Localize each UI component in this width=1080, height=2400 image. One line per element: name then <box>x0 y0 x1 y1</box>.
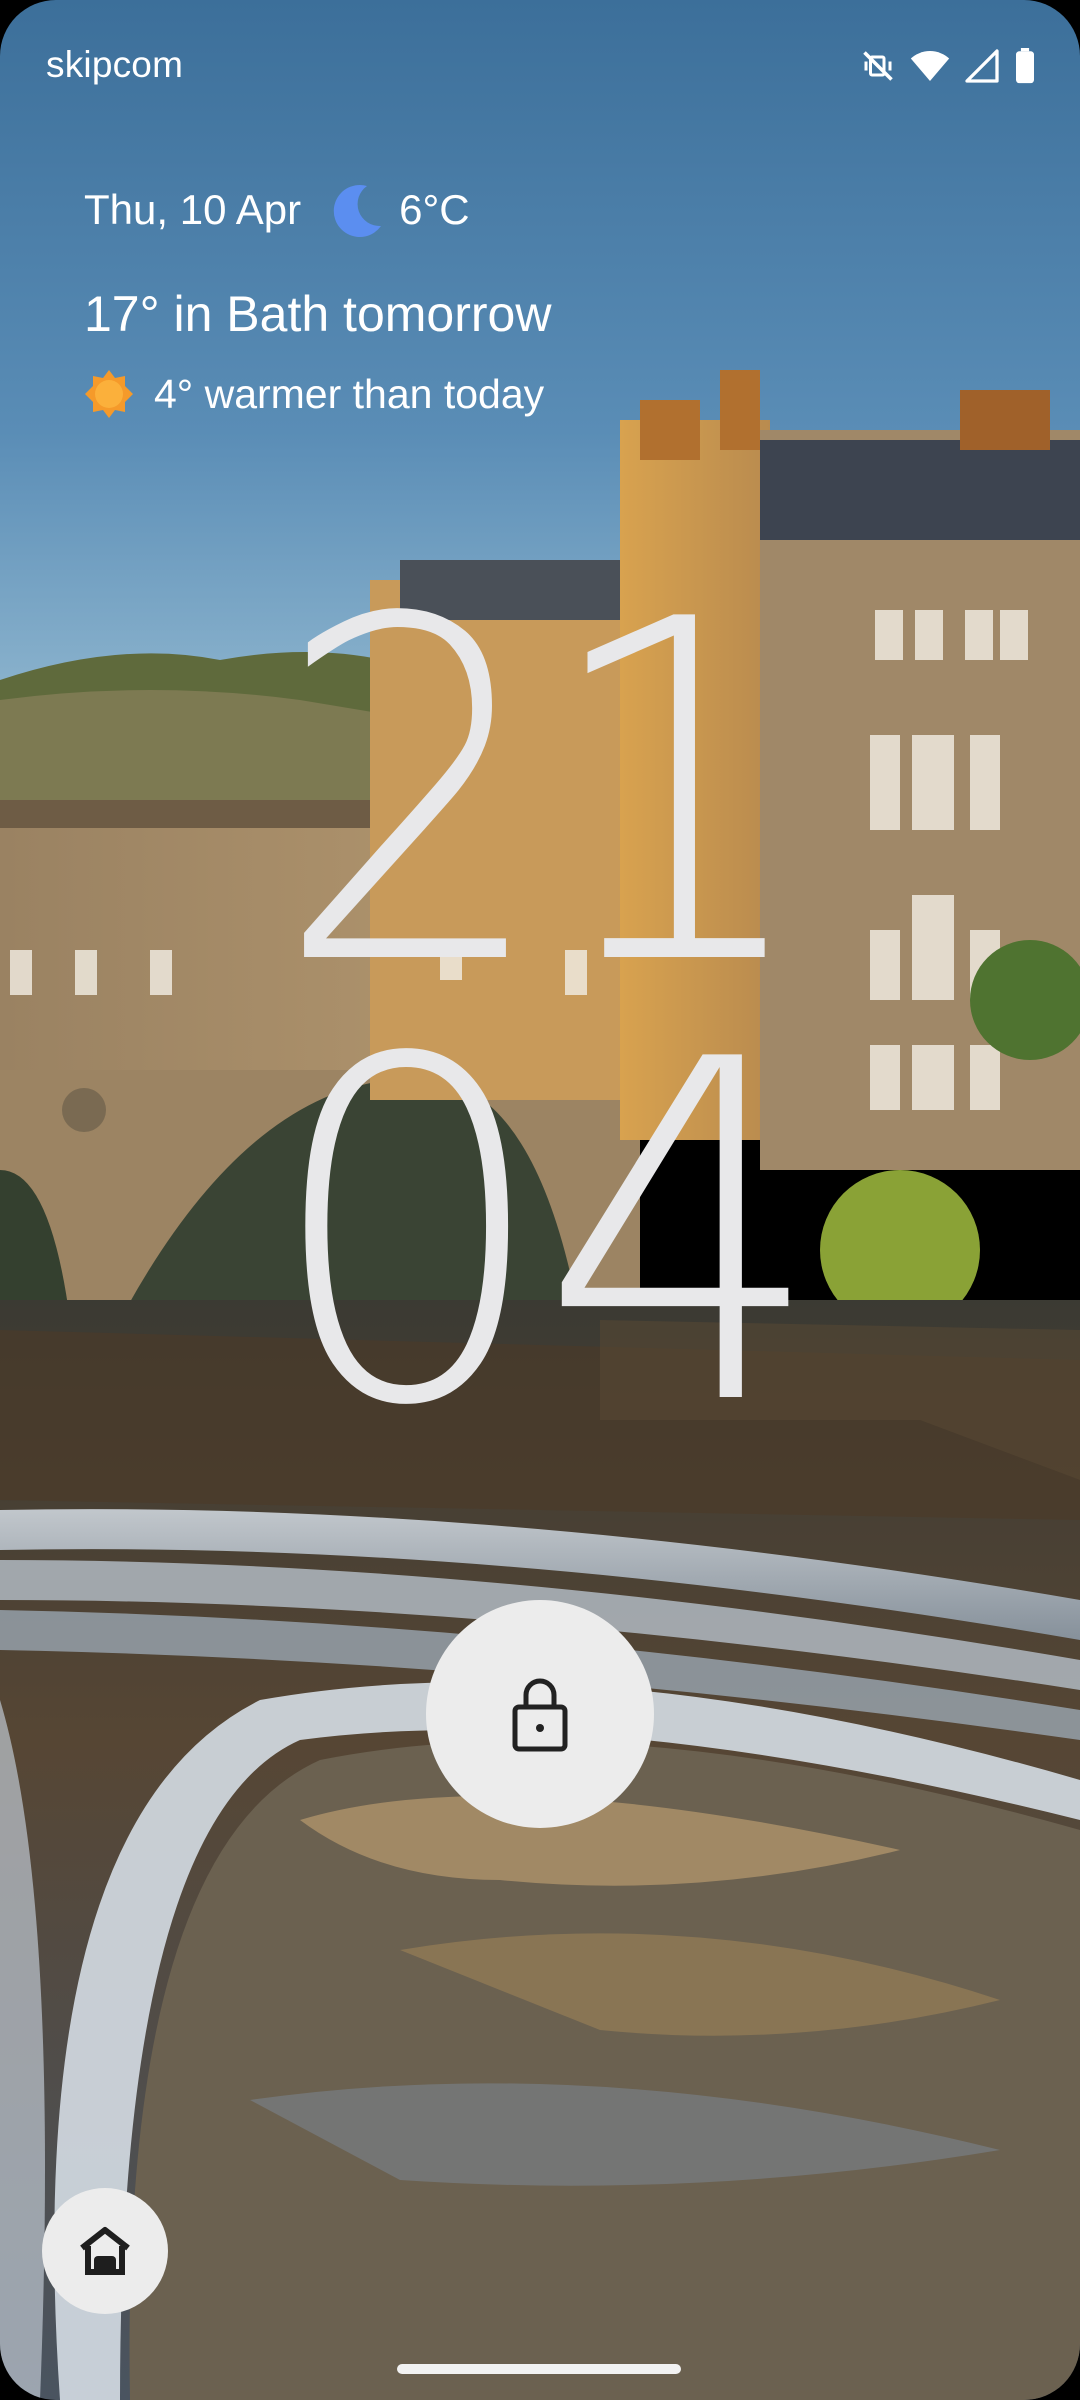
forecast-title: 17° in Bath tomorrow <box>84 286 552 342</box>
status-bar: skipcom <box>0 0 1080 130</box>
clock-hours: 21 <box>274 521 815 1068</box>
moon-icon <box>329 182 383 238</box>
lock-screen: skipcom Thu, 10 Apr 6°C 17° in Bath tomo… <box>0 0 1080 2400</box>
home-icon <box>78 2226 132 2276</box>
at-a-glance-widget[interactable]: Thu, 10 Apr 6°C 17° in Bath tomorrow 4° … <box>84 178 551 422</box>
vibrate-mute-icon <box>860 48 896 84</box>
unlock-button[interactable] <box>426 1600 654 1828</box>
status-icons <box>860 44 1036 88</box>
padlock-icon <box>510 1675 570 1753</box>
date-weather-row[interactable]: Thu, 10 Apr 6°C <box>84 178 551 242</box>
forecast-row: 4° warmer than today <box>84 366 551 422</box>
battery-icon <box>1014 48 1036 84</box>
wifi-icon <box>910 48 950 84</box>
current-temperature: 6°C <box>399 186 470 233</box>
forecast-detail: 4° warmer than today <box>154 370 545 417</box>
clock-minutes: 04 <box>265 961 824 1508</box>
sun-icon <box>84 369 134 419</box>
date-text: Thu, 10 Apr <box>84 186 302 233</box>
gesture-navigation-handle[interactable] <box>397 2364 681 2374</box>
carrier-name: skipcom <box>46 44 184 85</box>
home-shortcut-button[interactable] <box>42 2188 168 2314</box>
cellular-signal-icon <box>964 48 1000 84</box>
